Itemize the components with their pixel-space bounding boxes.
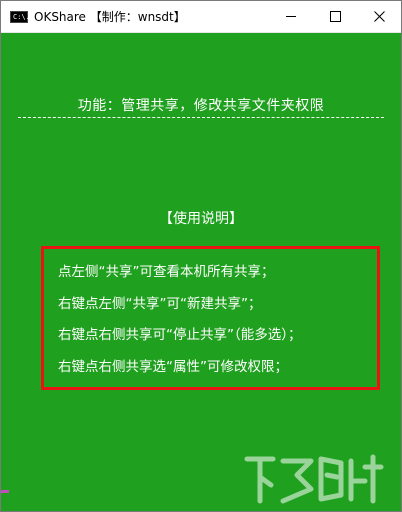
dashed-divider	[18, 117, 384, 118]
usage-heading: 【使用说明】	[159, 211, 243, 227]
maximize-button[interactable]	[313, 1, 357, 32]
instruction-line: 右键点右侧共享选“属性”可修改权限；	[58, 358, 288, 375]
text-cursor	[1, 490, 9, 493]
window-controls	[269, 1, 401, 32]
instructions-box: 点左侧“共享”可查看本机所有共享； 右键点左侧“共享”可“新建共享”； 右键点右…	[41, 246, 380, 390]
app-window: C:\. OKShare 【制作：wnsdt】 功能：管理共享，修改共享文件夹权…	[0, 0, 402, 512]
window-title: OKShare 【制作：wnsdt】	[34, 10, 186, 24]
watermark-logo	[244, 454, 384, 504]
maximize-icon	[329, 11, 341, 22]
minimize-button[interactable]	[269, 1, 313, 32]
instruction-line: 右键点左侧“共享”可“新建共享”；	[58, 295, 262, 312]
function-description: 功能：管理共享，修改共享文件夹权限	[77, 98, 325, 114]
close-icon	[373, 11, 385, 22]
close-button[interactable]	[357, 1, 401, 32]
instruction-line: 点左侧“共享”可查看本机所有共享；	[58, 264, 275, 280]
console-area[interactable]: 功能：管理共享，修改共享文件夹权限 【使用说明】 点左侧“共享”可查看本机所有共…	[1, 33, 401, 511]
instruction-line: 右键点右侧共享可“停止共享”（能多选）；	[58, 327, 302, 343]
console-icon[interactable]: C:\.	[10, 10, 30, 23]
minimize-icon	[285, 16, 296, 17]
title-bar[interactable]: C:\. OKShare 【制作：wnsdt】	[1, 1, 401, 33]
